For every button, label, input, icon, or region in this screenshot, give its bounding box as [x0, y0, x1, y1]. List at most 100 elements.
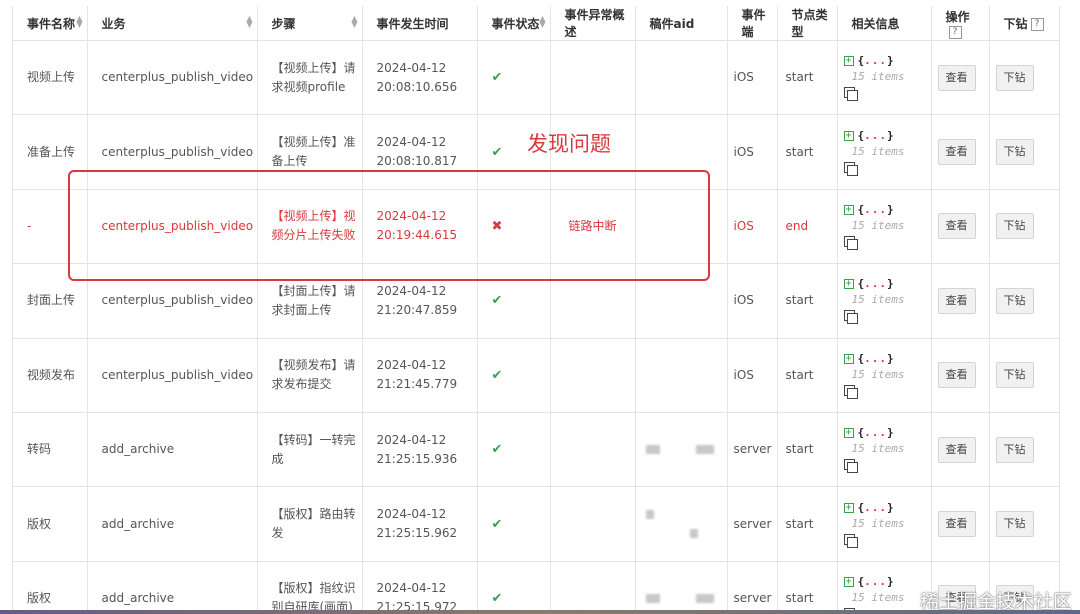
node-type-cell: start	[777, 561, 838, 614]
column-header-label: 事件异常概述	[564, 8, 625, 39]
problem-annotation-label: 发现问题	[527, 132, 611, 156]
sort-icon[interactable]: ▲ ▼	[539, 15, 545, 29]
view-button[interactable]: 查看	[937, 436, 976, 463]
action-cell: 查看	[931, 40, 990, 116]
help-icon[interactable]: ?	[1030, 17, 1044, 31]
help-icon[interactable]: ?	[948, 25, 962, 39]
node-type: start	[785, 590, 814, 605]
drill-down-button[interactable]: 下钻	[995, 362, 1034, 389]
json-item-count: 15 items	[851, 516, 905, 530]
drill-cell: 下钻	[989, 486, 1060, 562]
event-time-cell: 2024-04-12 21:21:45.779	[362, 338, 478, 413]
client-cell: server	[727, 561, 778, 614]
step-cell: 【视频上传】请求视频profile	[257, 40, 363, 116]
json-collapsed-dots[interactable]: ...	[864, 203, 887, 216]
json-collapsed-dots[interactable]: ...	[864, 277, 887, 290]
expand-icon[interactable]: +	[843, 502, 854, 513]
node-type: end	[785, 218, 809, 233]
client-name: iOS	[733, 218, 754, 233]
view-button[interactable]: 查看	[937, 511, 976, 538]
view-button[interactable]: 查看	[937, 139, 976, 166]
event-date: 2024-04-12	[376, 135, 447, 150]
expand-icon[interactable]: +	[843, 576, 854, 587]
redacted-aid	[645, 593, 660, 603]
sort-icon[interactable]: ▲ ▼	[351, 15, 357, 29]
event-name: 视频上传	[27, 70, 76, 85]
drill-cell: 下钻	[989, 40, 1060, 116]
drill-down-button[interactable]: 下钻	[995, 436, 1034, 463]
expand-icon[interactable]: +	[843, 56, 854, 67]
redacted-aid	[689, 529, 698, 539]
step-cell: 【视频发布】请求发布提交	[257, 338, 363, 413]
json-collapsed-dots[interactable]: ...	[864, 54, 887, 67]
table-row: 版权 add_archive 【版权】路由转发 2024-04-12 21:25:15.…	[13, 486, 1060, 562]
copy-icon[interactable]	[843, 459, 858, 474]
node-type-cell: start	[777, 338, 838, 413]
copy-icon[interactable]	[843, 384, 858, 399]
json-collapsed-dots[interactable]: ...	[864, 352, 887, 365]
view-button[interactable]: 查看	[937, 362, 976, 389]
business-name: centerplus_publish_video	[101, 144, 254, 159]
view-button[interactable]: 查看	[937, 213, 976, 240]
column-header[interactable]: 业务 ▲ ▼	[87, 6, 258, 41]
step-cell: 【版权】指纹识别自研库(画面)	[257, 561, 363, 614]
anomaly-summary-cell	[550, 338, 636, 413]
checkmark-icon: ✔	[491, 590, 503, 606]
expand-icon[interactable]: +	[843, 204, 854, 215]
event-time-cell: 2024-04-12 21:25:15.936	[362, 412, 478, 488]
event-time-cell: 2024-04-12 21:25:15.972	[362, 561, 478, 614]
expand-icon[interactable]: +	[843, 353, 854, 364]
copy-icon[interactable]	[843, 310, 858, 325]
drill-down-button[interactable]: 下钻	[995, 213, 1034, 240]
column-header[interactable]: 事件名称 ▲ ▼	[13, 6, 88, 41]
json-item-count: 15 items	[851, 144, 905, 158]
expand-icon[interactable]: +	[843, 130, 854, 141]
view-button[interactable]: 查看	[937, 287, 976, 314]
aid-cell	[635, 561, 728, 614]
copy-icon[interactable]	[843, 87, 858, 102]
drill-down-button[interactable]: 下钻	[995, 139, 1034, 166]
drill-down-button[interactable]: 下钻	[995, 511, 1034, 538]
expand-icon[interactable]: +	[843, 279, 854, 290]
client-name: server	[733, 442, 772, 457]
view-button[interactable]: 查看	[937, 64, 976, 91]
aid-cell	[635, 412, 728, 488]
related-info-cell: + {...} 15 items	[837, 114, 932, 190]
column-header[interactable]: 事件状态 ▲ ▼	[477, 6, 551, 41]
problem-highlight-box	[68, 170, 710, 281]
sort-icon[interactable]: ▲ ▼	[246, 15, 252, 29]
client-cell: iOS	[727, 189, 778, 265]
json-collapsed-dots[interactable]: ...	[864, 501, 887, 514]
checkmark-icon: ✔	[491, 442, 503, 458]
event-name: 版权	[27, 516, 52, 531]
json-collapsed-dots[interactable]: ...	[864, 426, 887, 439]
column-header: 事件端	[727, 6, 778, 41]
business-cell: centerplus_publish_video	[87, 40, 258, 116]
step-cell: 【版权】路由转发	[257, 486, 363, 562]
related-info-cell: + {...} 15 items	[837, 40, 932, 116]
redacted-aid	[695, 445, 714, 455]
drill-down-button[interactable]: 下钻	[995, 287, 1034, 314]
event-table: 事件名称 ▲ ▼ 业务 ▲ ▼ 步骤 ▲ ▼ 事件发生时间 事件状态 ▲ ▼ 事件异常概述 稿件aid 事件端…	[13, 6, 1060, 614]
column-header-label: 节点类型	[791, 8, 828, 39]
expand-icon[interactable]: +	[843, 428, 854, 439]
aid-cell	[635, 338, 728, 413]
drill-down-button[interactable]: 下钻	[995, 64, 1034, 91]
json-item-count: 15 items	[851, 293, 905, 307]
json-close-brace: }	[887, 128, 894, 142]
node-type-cell: start	[777, 114, 838, 190]
copy-icon[interactable]	[843, 235, 858, 250]
checkmark-icon: ✔	[491, 144, 503, 160]
json-collapsed-dots[interactable]: ...	[864, 129, 887, 142]
table-body: 视频上传 centerplus_publish_video 【视频上传】请求视频pr…	[13, 40, 1060, 614]
bottom-edge-bar	[0, 610, 1080, 614]
copy-icon[interactable]	[843, 533, 858, 548]
anomaly-summary-cell	[550, 412, 636, 488]
json-item-count: 15 items	[851, 218, 905, 232]
event-name: 版权	[27, 590, 52, 605]
json-collapsed-dots[interactable]: ...	[864, 575, 887, 588]
column-header-label: 事件发生时间	[376, 16, 449, 31]
sort-icon[interactable]: ▲ ▼	[76, 15, 82, 29]
column-header[interactable]: 步骤 ▲ ▼	[257, 6, 363, 41]
copy-icon[interactable]	[843, 161, 858, 176]
